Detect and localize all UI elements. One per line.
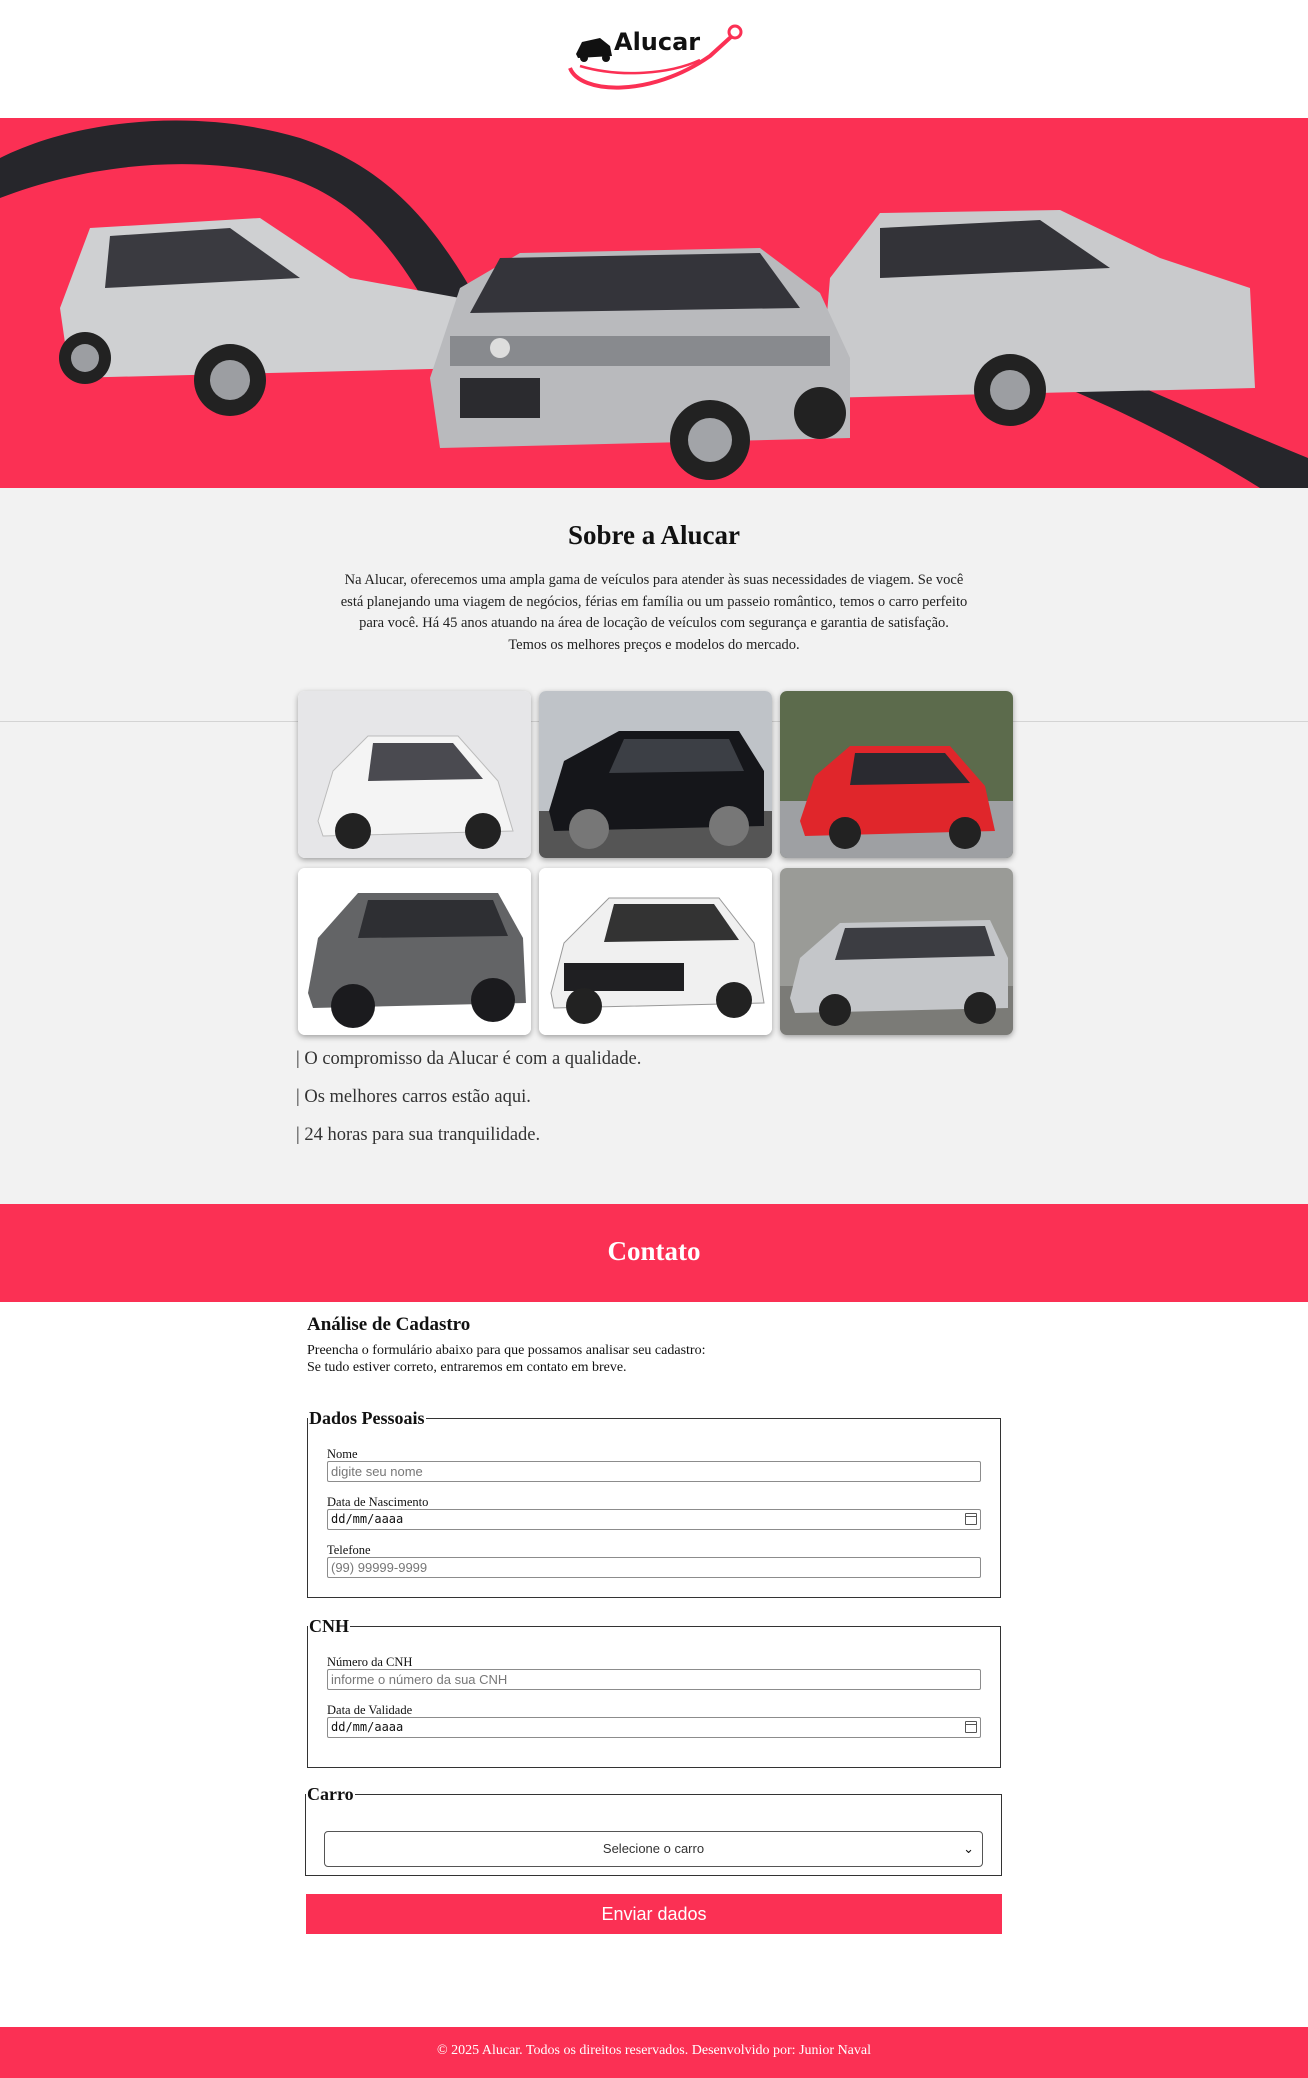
calendar-icon[interactable] — [965, 1721, 977, 1733]
alucar-logo[interactable]: Alucar — [560, 16, 750, 98]
name-label: Nome — [327, 1447, 358, 1461]
form-description-line-1: Preencha o formulário abaixo para que po… — [307, 1343, 706, 1358]
logo-graphic: Alucar — [568, 24, 743, 90]
highlight-best-cars: | Os melhores carros estão aqui. — [296, 1087, 531, 1107]
phone-label: Telefone — [327, 1543, 371, 1557]
gallery-card-silver-minivan[interactable] — [780, 868, 1013, 1035]
cnh-validity-input[interactable]: dd/mm/aaaa — [327, 1717, 981, 1738]
highlight-quality: | O compromisso da Alucar é com a qualid… — [296, 1049, 642, 1069]
registration-form: Análise de Cadastro Preencha o formulári… — [0, 1302, 1308, 2027]
gallery-card-gray-jeep[interactable] — [298, 868, 531, 1035]
contact-banner: Contato — [0, 1204, 1308, 1302]
form-title: Análise de Cadastro — [307, 1314, 471, 1335]
cnh-number-label: Número da CNH — [327, 1655, 413, 1669]
gallery-card-red-hatch[interactable] — [780, 691, 1013, 858]
cnh-fieldset: CNH Número da CNH informe o número da su… — [307, 1616, 1001, 1768]
name-input[interactable]: digite seu nome — [327, 1461, 981, 1482]
form-description-line-2: Se tudo estiver correto, entraremos em c… — [307, 1360, 627, 1375]
cnh-validity-label: Data de Validade — [327, 1703, 413, 1717]
cnh-validity-value: dd/mm/aaaa — [331, 1720, 404, 1734]
site-header: Alucar — [0, 0, 1308, 118]
personal-data-fieldset: Dados Pessoais Nome digite seu nome Data… — [307, 1408, 1001, 1598]
car-photo — [298, 868, 531, 1035]
hero-cars-image — [0, 118, 1308, 488]
about-title: Sobre a Alucar — [567, 520, 740, 550]
car-select-value: Selecione o carro — [602, 1841, 705, 1856]
chevron-down-icon: ⌄ — [963, 1841, 974, 1856]
gallery-card-white-hatch[interactable] — [298, 691, 531, 858]
about-section: Sobre a Alucar Na Alucar, oferecemos uma… — [0, 488, 1308, 1204]
car-fieldset: Carro Selecione o carro ⌄ — [305, 1784, 1002, 1876]
about-paragraph: Na Alucar, oferecemos uma ampla gama de … — [340, 572, 968, 653]
calendar-icon[interactable] — [965, 1513, 977, 1525]
logo-text: Alucar — [614, 28, 700, 56]
car-photo — [539, 691, 772, 858]
site-footer: © 2025 Alucar. Todos os direitos reserva… — [0, 2027, 1308, 2078]
car-photo — [539, 868, 772, 1035]
highlight-24h: | 24 horas para sua tranquilidade. — [296, 1125, 541, 1145]
car-select[interactable]: Selecione o carro ⌄ — [324, 1831, 983, 1867]
form-description: Preencha o formulário abaixo para que po… — [307, 1342, 705, 1376]
car-photo — [780, 691, 1013, 858]
birth-date-label: Data de Nascimento — [327, 1495, 429, 1509]
cnh-number-input[interactable]: informe o número da sua CNH — [327, 1669, 981, 1690]
car-photo — [780, 868, 1013, 1035]
birth-date-value: dd/mm/aaaa — [331, 1512, 404, 1526]
gallery-card-white-suv[interactable] — [539, 868, 772, 1035]
hero-banner — [0, 118, 1308, 488]
phone-input[interactable]: (99) 99999-9999 — [327, 1557, 981, 1578]
car-gallery — [298, 691, 1013, 1035]
footer-copyright: © 2025 Alucar. Todos os direitos reserva… — [437, 2043, 871, 2058]
gallery-card-black-pickup[interactable] — [539, 691, 772, 858]
contact-title: Contato — [607, 1236, 701, 1266]
submit-button[interactable]: Enviar dados — [306, 1894, 1002, 1934]
cnh-legend: CNH — [309, 1616, 349, 1636]
personal-data-legend: Dados Pessoais — [309, 1408, 425, 1428]
birth-date-input[interactable]: dd/mm/aaaa — [327, 1509, 981, 1530]
car-legend: Carro — [307, 1784, 354, 1804]
car-photo — [298, 691, 531, 858]
